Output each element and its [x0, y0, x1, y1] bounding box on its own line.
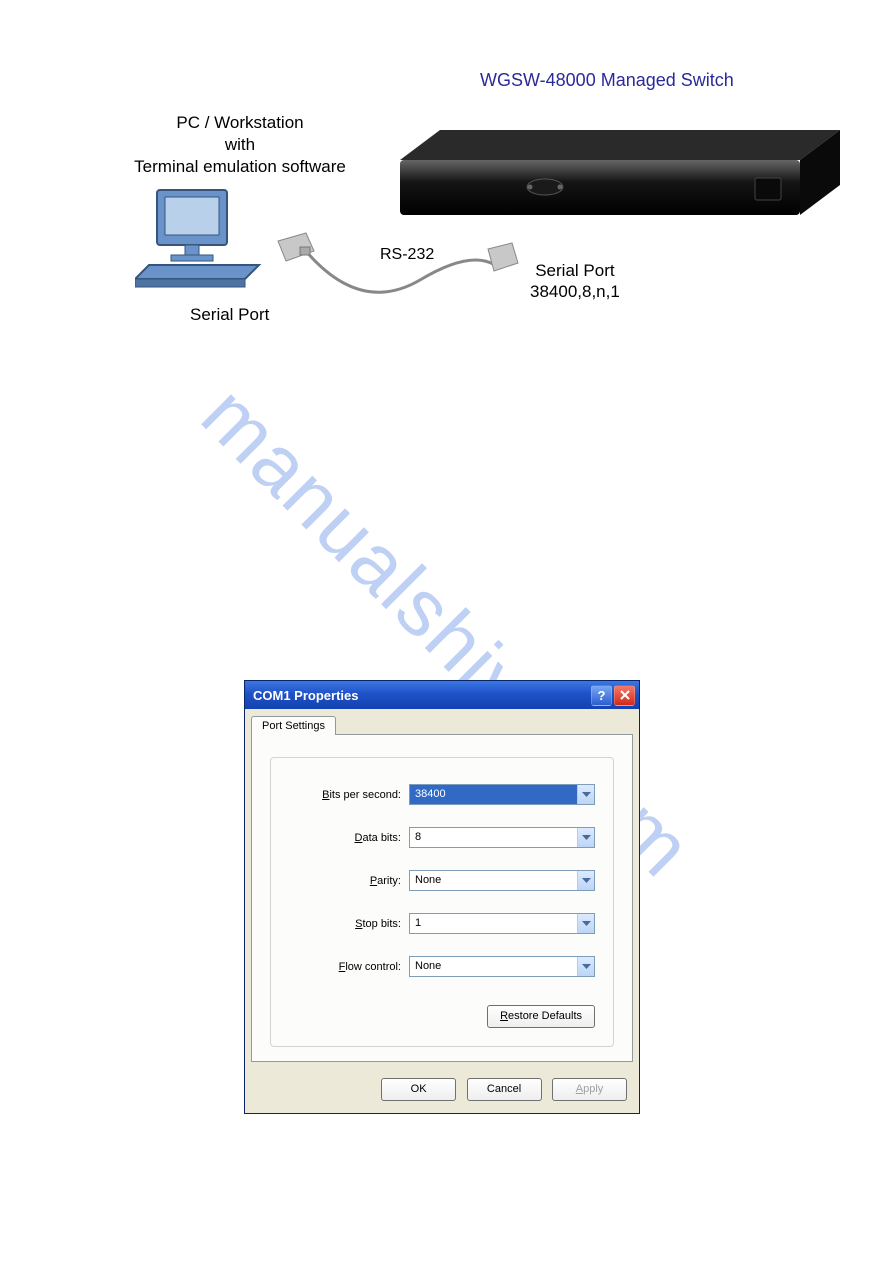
pc-label-line2: with [225, 135, 255, 154]
combo-bits-per-second-value: 38400 [410, 785, 577, 804]
tab-panel: Bits per second: 38400 Data bits: 8 Pari… [251, 734, 633, 1062]
combo-stop-bits-value: 1 [410, 914, 577, 933]
label-parity: Parity: [289, 875, 409, 887]
com-properties-dialog: COM1 Properties ? Port Settings Bits per… [244, 680, 640, 1114]
combo-data-bits[interactable]: 8 [409, 827, 595, 848]
close-icon [620, 690, 630, 700]
switch-icon [400, 120, 840, 240]
restore-defaults-button[interactable]: Restore Defaults [487, 1005, 595, 1028]
chevron-down-icon[interactable] [577, 957, 594, 976]
settings-group: Bits per second: 38400 Data bits: 8 Pari… [270, 757, 614, 1047]
connection-diagram: WGSW-48000 Managed Switch PC / Workstati… [60, 70, 830, 350]
chevron-down-icon[interactable] [577, 785, 594, 804]
dialog-title: COM1 Properties [253, 688, 589, 703]
serial-right-line2: 38400,8,n,1 [530, 282, 620, 301]
serial-right-line1: Serial Port [535, 261, 614, 280]
label-stop-bits: Stop bits: [289, 918, 409, 930]
combo-data-bits-value: 8 [410, 828, 577, 847]
pc-label-line1: PC / Workstation [176, 113, 303, 132]
chevron-down-icon[interactable] [577, 871, 594, 890]
combo-stop-bits[interactable]: 1 [409, 913, 595, 934]
serial-port-right-label: Serial Port 38400,8,n,1 [530, 260, 620, 303]
chevron-down-icon[interactable] [577, 828, 594, 847]
cable-icon [270, 225, 530, 315]
ok-button[interactable]: OK [381, 1078, 456, 1101]
row-bits-per-second: Bits per second: 38400 [289, 784, 595, 805]
combo-flow-control-value: None [410, 957, 577, 976]
combo-flow-control[interactable]: None [409, 956, 595, 977]
combo-bits-per-second[interactable]: 38400 [409, 784, 595, 805]
label-data-bits: Data bits: [289, 832, 409, 844]
apply-button[interactable]: Apply [552, 1078, 627, 1101]
row-flow-control: Flow control: None [289, 956, 595, 977]
switch-title: WGSW-48000 Managed Switch [480, 70, 734, 91]
dialog-button-row: OK Cancel Apply [245, 1068, 639, 1113]
pc-label: PC / Workstation with Terminal emulation… [105, 112, 375, 178]
tab-strip: Port Settings [245, 709, 639, 734]
cable-label: RS-232 [380, 246, 434, 264]
serial-port-left-label: Serial Port [190, 305, 269, 325]
pc-icon [135, 185, 265, 305]
cancel-button[interactable]: Cancel [467, 1078, 542, 1101]
dialog-titlebar[interactable]: COM1 Properties ? [245, 681, 639, 709]
combo-parity-value: None [410, 871, 577, 890]
row-parity: Parity: None [289, 870, 595, 891]
tab-port-settings[interactable]: Port Settings [251, 716, 336, 735]
restore-row: Restore Defaults [289, 1005, 595, 1028]
label-bits-per-second: Bits per second: [289, 789, 409, 801]
help-button[interactable]: ? [591, 685, 612, 706]
label-flow-control: Flow control: [289, 961, 409, 973]
pc-label-line3: Terminal emulation software [134, 157, 346, 176]
chevron-down-icon[interactable] [577, 914, 594, 933]
row-data-bits: Data bits: 8 [289, 827, 595, 848]
close-button[interactable] [614, 685, 635, 706]
combo-parity[interactable]: None [409, 870, 595, 891]
row-stop-bits: Stop bits: 1 [289, 913, 595, 934]
